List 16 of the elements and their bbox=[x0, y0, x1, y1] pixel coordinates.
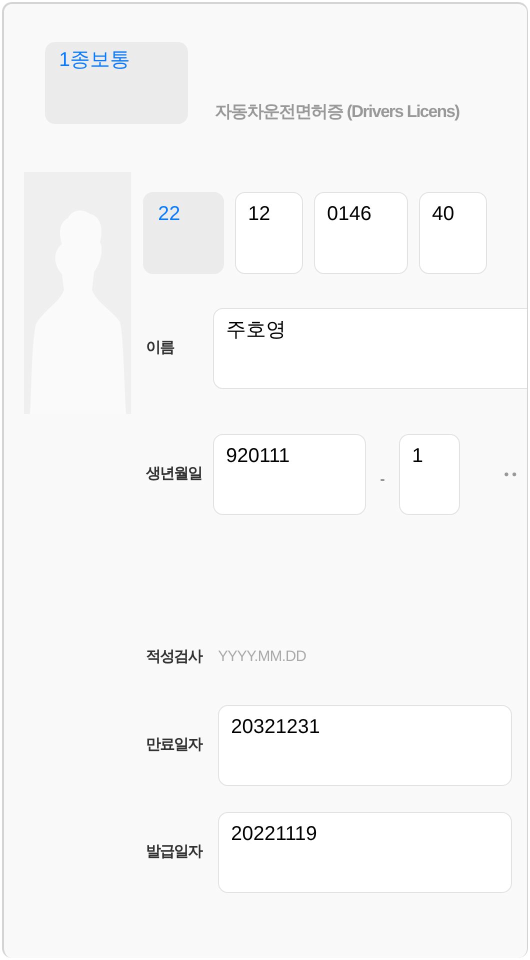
input-field[interactable]: 0146 bbox=[314, 192, 408, 274]
field-label: 생년월일 bbox=[145, 464, 203, 484]
input-field[interactable]: 20221119 bbox=[218, 812, 512, 892]
input-field[interactable]: 주호영 bbox=[213, 308, 527, 389]
input-field[interactable]: 20321231 bbox=[218, 704, 512, 786]
input-field[interactable]: 12 bbox=[235, 192, 303, 274]
separator-text: - bbox=[380, 470, 385, 490]
field-label: 이름 bbox=[145, 338, 176, 358]
field-label: 적성검사 bbox=[145, 647, 204, 667]
input-field[interactable]: 920111 bbox=[213, 434, 366, 515]
field-label: 발급일자 bbox=[145, 842, 204, 862]
input-field[interactable]: 1 bbox=[399, 434, 460, 515]
card-title: 자동차운전면허증 (Drivers Licens) bbox=[215, 100, 460, 122]
field-label: 만료일자 bbox=[145, 734, 204, 755]
input-field[interactable]: 40 bbox=[419, 192, 487, 274]
masked-digits: •• bbox=[504, 465, 520, 484]
